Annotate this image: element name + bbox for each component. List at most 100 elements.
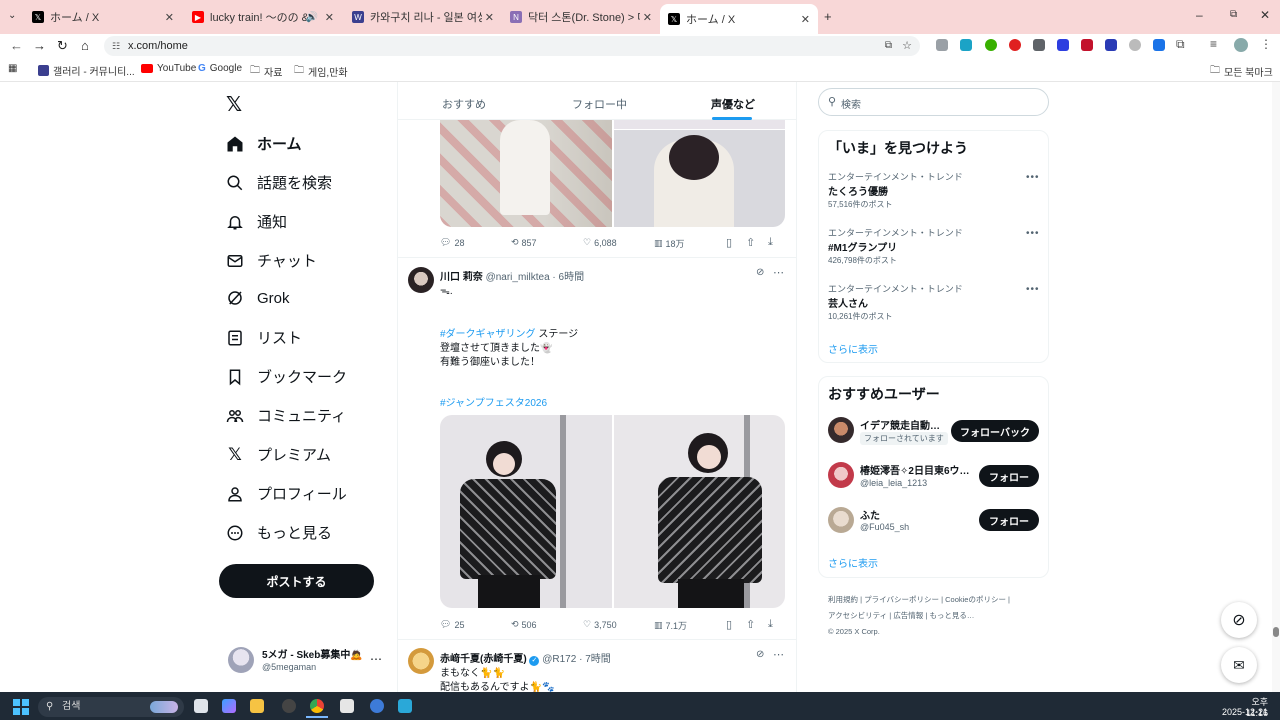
restore-icon[interactable]: ⧉ xyxy=(1230,9,1237,20)
all-bookmarks[interactable]: 🗀 모든 북마크 xyxy=(1210,63,1273,80)
adblock-icon[interactable] xyxy=(1009,39,1021,51)
footer-link[interactable]: 利用規約 xyxy=(828,595,858,604)
browser-tab-1[interactable]: 𝕏 ホーム / X ✕ xyxy=(24,4,182,30)
forward-icon[interactable]: → xyxy=(33,38,46,53)
reply-action[interactable]: 💬︎ 25 xyxy=(440,619,464,630)
more-dots-icon[interactable]: ⋯ xyxy=(773,648,784,661)
nav-notifications[interactable]: 通知 xyxy=(226,211,287,232)
extension-icon[interactable] xyxy=(1081,39,1093,51)
bookmark-gallery[interactable]: 갤러리 - 커뮤니티... xyxy=(38,63,135,78)
back-icon[interactable]: ← xyxy=(10,38,23,53)
footer-link[interactable]: 広告情報 xyxy=(893,611,923,620)
tweet-time[interactable]: 6時間 xyxy=(559,272,585,283)
extension-icon[interactable] xyxy=(1105,39,1117,51)
browser-tab-3[interactable]: W 카와구치 리나 - 일본 여성성우 ✕ xyxy=(344,4,502,30)
minimize-icon[interactable]: – xyxy=(1196,8,1203,22)
bookmark-google[interactable]: G Google xyxy=(198,63,242,74)
windows-start-icon[interactable] xyxy=(13,699,29,715)
reading-list-icon[interactable]: ≡ xyxy=(1210,37,1217,51)
nav-more[interactable]: もっと見る xyxy=(226,522,332,543)
close-icon[interactable]: ✕ xyxy=(643,11,652,24)
install-app-icon[interactable]: ⧉ xyxy=(885,36,892,56)
post-button[interactable]: ポストする xyxy=(219,564,374,598)
grok-float-button[interactable]: ⊘ xyxy=(1221,602,1257,638)
avatar[interactable] xyxy=(828,507,854,533)
new-tab-icon[interactable]: + xyxy=(824,9,832,24)
hashtag-link[interactable]: #ジャンプフェスタ2026 xyxy=(440,394,547,409)
browser-tab-5-active[interactable]: 𝕏 ホーム / X ✕ xyxy=(660,4,818,34)
bookmark-icon[interactable]: ▯ xyxy=(726,236,732,249)
more-dots-icon[interactable]: ••• xyxy=(1026,284,1040,295)
show-more-link[interactable]: さらに表示 xyxy=(828,555,878,570)
tab-search-chevron-icon[interactable]: ⌄ xyxy=(8,10,16,21)
follow-back-button[interactable]: フォローバック xyxy=(951,420,1039,442)
extension-icon[interactable] xyxy=(1033,39,1045,51)
x-logo-icon[interactable]: 𝕏 xyxy=(226,92,242,117)
nav-explore[interactable]: 話題を検索 xyxy=(226,172,332,193)
avatar[interactable] xyxy=(408,648,434,674)
reload-icon[interactable]: ↻ xyxy=(57,38,68,54)
browser-tab-2[interactable]: ▶ lucky train! ～のの & リサ 🔊 ✕ xyxy=(184,4,342,30)
browser-tab-4[interactable]: N 닥터 스톤(Dr. Stone) > 마나토 ✕ xyxy=(502,4,660,30)
views-action[interactable]: ▥ 7.1万 xyxy=(654,619,687,632)
url-input[interactable]: ☷ x.com/home ⧉ ☆ xyxy=(104,36,920,56)
nav-profile[interactable]: プロフィール xyxy=(226,483,347,504)
scrollbar-track[interactable] xyxy=(1272,82,1280,692)
nav-premium[interactable]: 𝕏 プレミアム xyxy=(226,444,331,465)
bookmark-youtube[interactable]: YouTube xyxy=(141,63,196,74)
author-handle[interactable]: @nari_milktea xyxy=(486,272,550,283)
nav-home[interactable]: ホーム xyxy=(226,133,302,154)
download-extension-icon[interactable] xyxy=(1153,39,1165,51)
extension-icon[interactable] xyxy=(1129,39,1141,51)
puzzle-icon[interactable]: ⧉ xyxy=(1176,37,1185,52)
more-dots-icon[interactable]: ••• xyxy=(1026,228,1040,239)
close-icon[interactable]: ✕ xyxy=(165,11,174,24)
footer-link[interactable]: プライバシーポリシー xyxy=(864,595,939,604)
tweet-photo[interactable] xyxy=(614,415,785,608)
share-icon[interactable]: ⇧ xyxy=(746,236,755,249)
tweet-photo[interactable] xyxy=(614,130,785,227)
nav-bookmarks[interactable]: ブックマーク xyxy=(226,366,347,387)
speaker-icon[interactable]: 🔊 xyxy=(306,12,318,23)
avatar[interactable] xyxy=(828,417,854,443)
footer-link[interactable]: Cookieのポリシー xyxy=(945,595,1006,604)
avatar[interactable] xyxy=(828,462,854,488)
copilot-icon[interactable] xyxy=(222,699,236,713)
qbittorrent-icon[interactable] xyxy=(370,699,384,713)
tweet-time[interactable]: 7時間 xyxy=(585,654,611,665)
author-name[interactable]: 川口 莉奈 xyxy=(440,272,483,283)
app-icon[interactable] xyxy=(340,699,354,713)
share-icon[interactable]: ⇧ xyxy=(746,618,755,631)
tab-following[interactable]: フォロー中 xyxy=(572,96,627,112)
repost-action[interactable]: ⟲ 506 xyxy=(511,619,537,630)
steam-icon[interactable] xyxy=(282,699,296,713)
search-input[interactable]: ⚲ 検索 xyxy=(818,88,1049,116)
views-action[interactable]: ▥ 18万 xyxy=(654,237,685,250)
show-more-link[interactable]: さらに表示 xyxy=(828,341,878,356)
tweet-photo[interactable] xyxy=(440,415,612,608)
footer-link[interactable]: アクセシビリティ xyxy=(828,611,887,620)
repost-action[interactable]: ⟲ 857 xyxy=(511,237,537,248)
home-button-icon[interactable]: ⌂ xyxy=(81,38,89,53)
suggested-user-name[interactable]: 椿姫澪吾✧2日目東6ウ… xyxy=(860,462,972,477)
bookmark-icon[interactable]: ▯ xyxy=(726,618,732,631)
follow-button[interactable]: フォロー xyxy=(979,465,1039,487)
download-icon[interactable]: ⤓ xyxy=(768,618,773,631)
nav-communities[interactable]: コミュニティ xyxy=(226,405,346,426)
scrollbar-thumb[interactable] xyxy=(1273,627,1279,637)
author-handle[interactable]: @R172 xyxy=(542,654,576,665)
trend-name[interactable]: #M1グランプリ xyxy=(828,239,897,254)
footer-link[interactable]: もっと見る… xyxy=(929,611,974,620)
apps-grid-icon[interactable]: ▦ xyxy=(8,63,17,74)
more-dots-icon[interactable]: ••• xyxy=(1026,172,1040,183)
close-icon[interactable]: ✕ xyxy=(325,11,334,24)
browser-profile-avatar[interactable] xyxy=(1234,38,1248,52)
file-explorer-icon[interactable] xyxy=(250,699,264,713)
close-icon[interactable]: ✕ xyxy=(801,13,810,26)
nav-lists[interactable]: リスト xyxy=(226,327,302,348)
chrome-icon[interactable] xyxy=(310,699,324,713)
account-switcher[interactable]: 5メガ - Skeb募集中🙇 @5megaman ⋯ xyxy=(219,642,389,680)
suggested-user-name[interactable]: ふた xyxy=(860,507,972,522)
trend-name[interactable]: たくろう優勝 xyxy=(828,183,888,198)
more-dots-icon[interactable]: ⋯ xyxy=(370,652,382,666)
